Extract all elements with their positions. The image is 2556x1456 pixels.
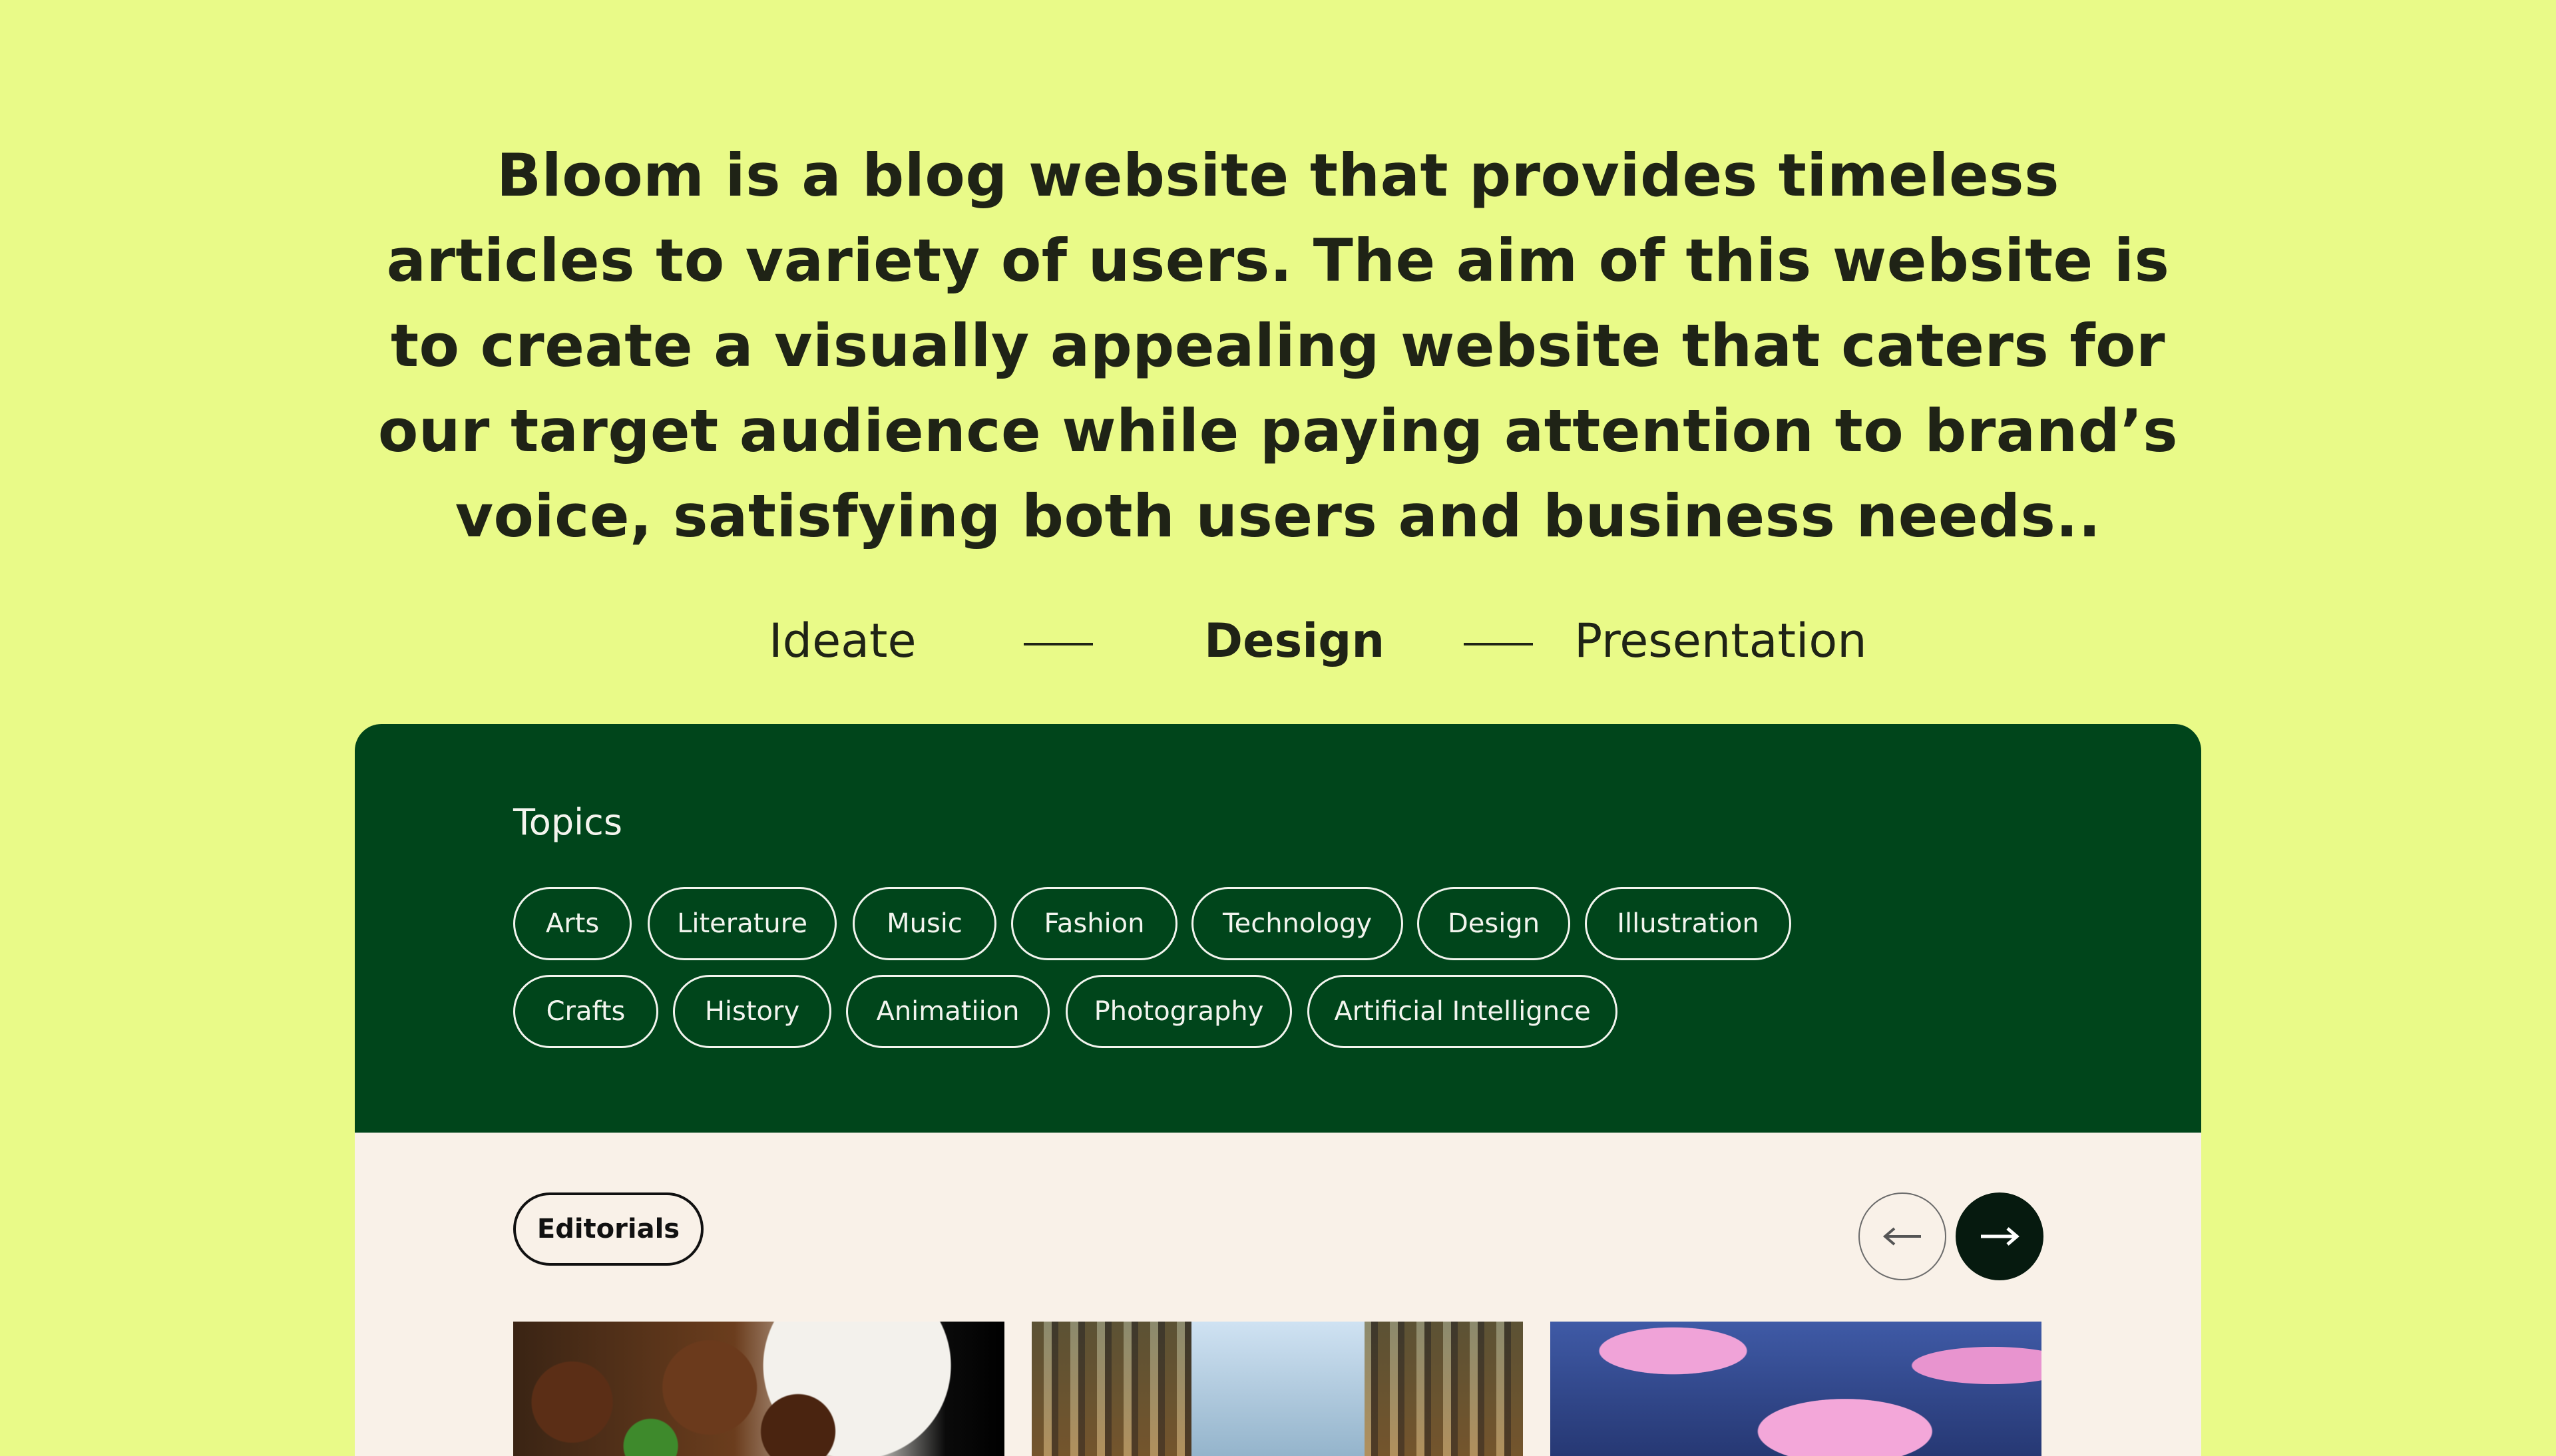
carousel-next-button[interactable]	[1956, 1192, 2043, 1280]
editorial-thumbnail-food[interactable]	[513, 1322, 1004, 1456]
topic-chip-artificial-intelligence[interactable]: Artificial Intellignce	[1307, 975, 1617, 1048]
process-steps: Ideate Design Presentation	[0, 614, 2556, 673]
editorials-panel: Editorials	[355, 1133, 2201, 1456]
editorial-thumbnail-piggy-bank[interactable]	[1550, 1322, 2041, 1456]
topic-chip-literature[interactable]: Literature	[648, 887, 837, 960]
editorials-button[interactable]: Editorials	[513, 1192, 704, 1266]
editorial-thumbnail-library[interactable]	[1032, 1322, 1523, 1456]
topic-chip-fashion[interactable]: Fashion	[1011, 887, 1177, 960]
topic-chip-history[interactable]: History	[673, 975, 831, 1048]
topic-chip-illustration[interactable]: Illustration	[1585, 887, 1791, 960]
topic-chip-photography[interactable]: Photography	[1066, 975, 1292, 1048]
step-ideate: Ideate	[769, 614, 917, 668]
step-divider	[1024, 643, 1093, 645]
topics-title: Topics	[513, 801, 622, 843]
carousel-prev-button[interactable]	[1858, 1192, 1946, 1280]
topic-chip-animation[interactable]: Animatiion	[846, 975, 1050, 1048]
step-divider	[1464, 643, 1533, 645]
topic-chip-design[interactable]: Design	[1417, 887, 1570, 960]
blog-card: Topics Arts Literature Music Fashion Tec…	[355, 724, 2201, 1456]
arrow-right-icon	[1981, 1227, 2020, 1246]
intro-paragraph: Bloom is a blog website that provides ti…	[377, 141, 2179, 550]
arrow-left-icon	[1882, 1227, 1921, 1246]
topic-chip-music[interactable]: Music	[853, 887, 996, 960]
step-presentation: Presentation	[1574, 614, 1867, 668]
step-design: Design	[1204, 614, 1385, 668]
topic-chip-technology[interactable]: Technology	[1191, 887, 1403, 960]
topics-panel: Topics Arts Literature Music Fashion Tec…	[355, 724, 2201, 1133]
topic-chip-arts[interactable]: Arts	[513, 887, 632, 960]
topic-chip-crafts[interactable]: Crafts	[513, 975, 658, 1048]
